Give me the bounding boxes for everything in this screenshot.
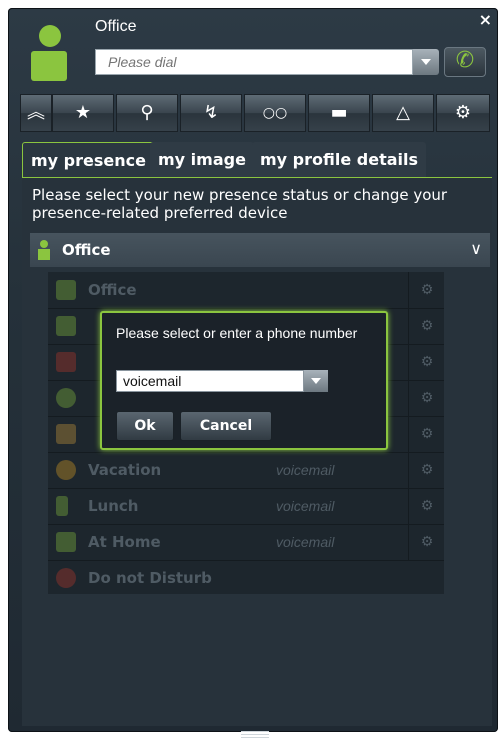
list-item[interactable]: Office ⚙ <box>48 272 444 309</box>
list-item[interactable]: Do not Disturb <box>48 560 444 596</box>
favorites-icon: ★ <box>74 102 92 123</box>
main-window: × Office ✆ ︽ ★ ⚲ ↯ ○○ ▬ △ ⚙ my presence … <box>8 8 498 738</box>
sick-presence-icon <box>56 352 76 372</box>
dial-dropdown-button[interactable] <box>413 49 439 75</box>
presence-description: Please select your new presence status o… <box>32 186 448 222</box>
search-icon: ⚲ <box>140 102 154 123</box>
window-title: Office <box>95 18 137 35</box>
close-button[interactable]: × <box>479 10 492 29</box>
clock-presence-icon <box>56 388 76 408</box>
tab-my-image[interactable]: my image <box>150 142 254 178</box>
phone-number-dropdown-button[interactable] <box>304 370 328 392</box>
phone-number-dialog: Please select or enter a phone number vo… <box>100 311 388 450</box>
current-presence-label: Office <box>62 241 111 259</box>
favorites-button[interactable]: ★ <box>52 94 114 132</box>
phone-number-input[interactable]: voicemail <box>116 370 304 392</box>
gear-icon[interactable]: ⚙ <box>408 524 445 560</box>
vacation-sun-icon <box>56 460 76 480</box>
voicemail-icon: ○○ <box>262 105 288 121</box>
settings-icon: ⚙ <box>454 102 472 123</box>
network-button[interactable]: △ <box>372 94 434 132</box>
cancel-button[interactable]: Cancel <box>180 411 272 441</box>
list-item[interactable]: At Home voicemail ⚙ <box>48 524 444 561</box>
gear-icon[interactable]: ⚙ <box>408 452 445 488</box>
lunch-cutlery-icon <box>56 496 68 516</box>
call-forward-button[interactable]: ↯ <box>180 94 242 132</box>
voicemail-button[interactable]: ○○ <box>244 94 306 132</box>
home-icon <box>56 532 76 552</box>
collapse-button[interactable]: ︽ <box>20 94 52 132</box>
tab-my-presence[interactable]: my presence <box>22 142 155 179</box>
meeting-presence-icon <box>56 316 76 336</box>
dial-input[interactable] <box>95 49 413 75</box>
call-forward-icon: ↯ <box>203 102 219 123</box>
settings-button[interactable]: ⚙ <box>436 94 490 132</box>
toolbar: ︽ ★ ⚲ ↯ ○○ ▬ △ ⚙ <box>20 94 490 132</box>
office-presence-icon <box>38 240 50 260</box>
gear-icon[interactable]: ⚙ <box>408 416 445 452</box>
chat-button[interactable]: ▬ <box>308 94 370 132</box>
phone-icon: ✆ <box>455 48 475 73</box>
gear-icon[interactable]: ⚙ <box>408 380 445 416</box>
gear-icon[interactable]: ⚙ <box>408 488 445 524</box>
travel-presence-icon <box>56 424 76 444</box>
chevron-down-icon: ∨ <box>470 239 482 258</box>
gear-icon[interactable]: ⚙ <box>408 308 445 344</box>
office-presence-icon <box>56 280 76 300</box>
list-item[interactable]: Vacation voicemail ⚙ <box>48 452 444 489</box>
tab-my-profile-details[interactable]: my profile details <box>252 142 427 178</box>
collapse-icon: ︽ <box>27 102 45 123</box>
gear-icon[interactable]: ⚙ <box>408 344 445 380</box>
gear-icon[interactable]: ⚙ <box>408 272 445 308</box>
search-button[interactable]: ⚲ <box>116 94 178 132</box>
do-not-disturb-icon <box>56 568 76 588</box>
list-item[interactable]: Lunch voicemail ⚙ <box>48 488 444 525</box>
user-avatar-icon <box>31 25 67 81</box>
dialog-prompt: Please select or enter a phone number <box>116 325 358 341</box>
network-icon: △ <box>396 102 410 123</box>
resize-grip[interactable] <box>235 729 275 739</box>
current-presence-select[interactable]: Office ∨ <box>30 233 490 267</box>
chat-icon: ▬ <box>330 102 348 123</box>
call-button[interactable]: ✆ <box>444 47 486 77</box>
ok-button[interactable]: Ok <box>116 411 174 441</box>
